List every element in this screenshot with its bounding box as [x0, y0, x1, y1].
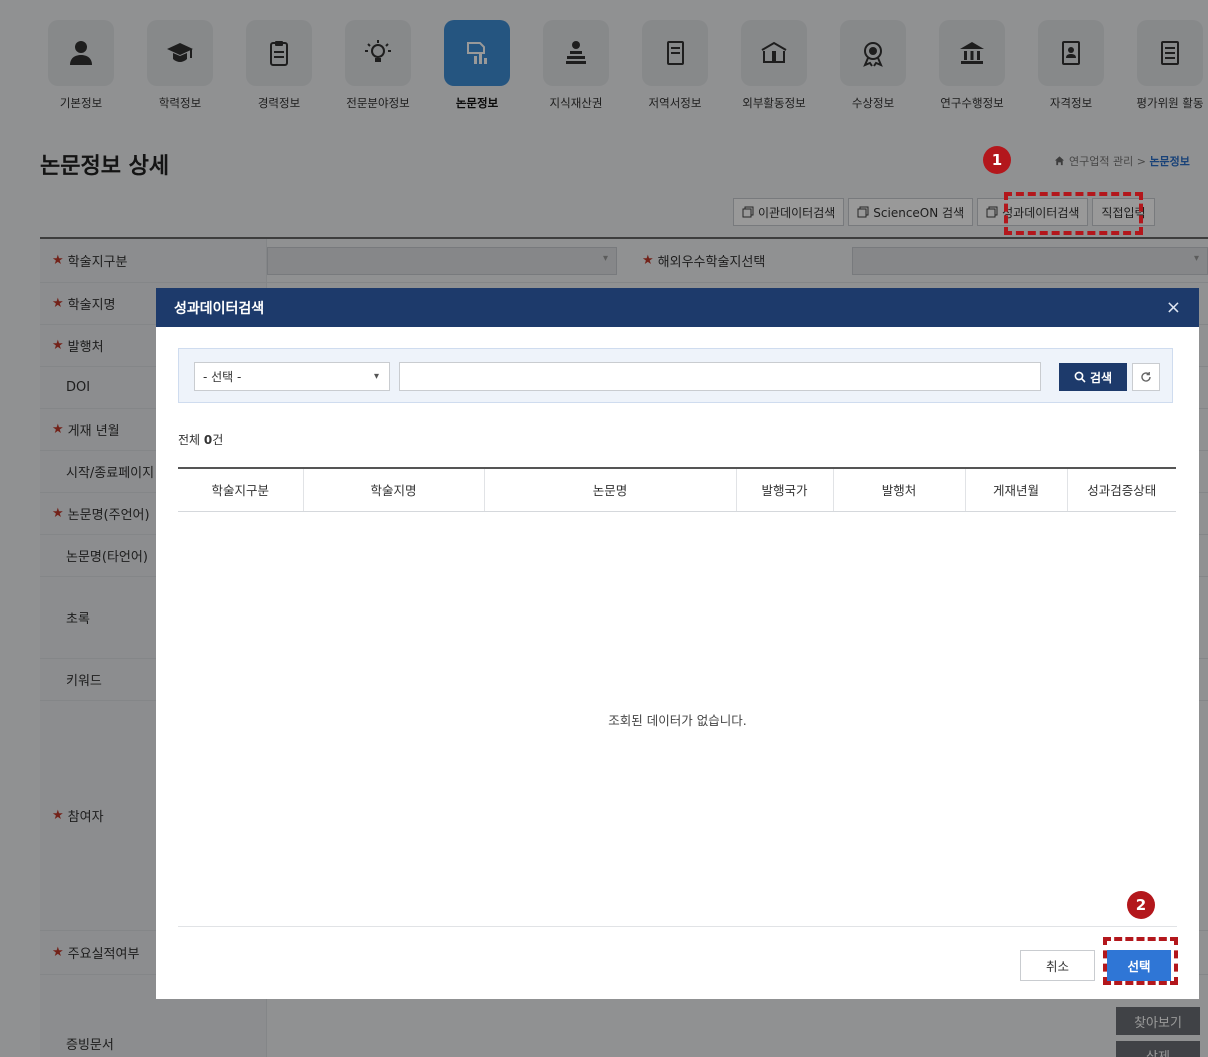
column-header-publish-date[interactable]: 게재년월 [964, 467, 1067, 512]
empty-message: 조회된 데이터가 없습니다. [608, 713, 747, 728]
footer-divider [178, 926, 1177, 927]
performance-data-search-modal: 성과데이터검색 × - 선택 - ▾ 검색 전체 0건 학술지구분 학술지명 논… [156, 288, 1199, 999]
step-badge-1: 1 [983, 146, 1011, 174]
total-count-number: 0 [203, 433, 213, 447]
search-panel: - 선택 - ▾ 검색 [178, 348, 1173, 403]
column-header-journal-name[interactable]: 학술지명 [302, 467, 484, 512]
highlight-box-select-button [1103, 937, 1178, 985]
total-count: 전체 0건 [178, 433, 224, 447]
search-input[interactable] [399, 362, 1041, 391]
column-header-verification-status[interactable]: 성과검증상태 [1066, 467, 1176, 512]
table-header-row: 학술지구분 학술지명 논문명 발행국가 발행처 게재년월 성과검증상태 [178, 467, 1176, 512]
search-icon [1074, 371, 1086, 383]
search-button[interactable]: 검색 [1059, 363, 1127, 391]
refresh-icon [1141, 372, 1151, 382]
chevron-down-icon: ▾ [373, 371, 379, 382]
column-header-paper-title[interactable]: 논문명 [483, 467, 736, 512]
modal-header: 성과데이터검색 × [156, 288, 1199, 327]
results-table: 학술지구분 학술지명 논문명 발행국가 발행처 게재년월 성과검증상태 [178, 467, 1176, 512]
reset-button[interactable] [1132, 363, 1160, 391]
column-header-journal-type[interactable]: 학술지구분 [178, 467, 303, 512]
step-badge-2: 2 [1127, 891, 1155, 919]
modal-title: 성과데이터검색 [174, 300, 265, 317]
search-button-label: 검색 [1089, 370, 1113, 385]
search-field-select[interactable]: - 선택 - ▾ [194, 362, 390, 391]
close-icon[interactable]: × [1166, 297, 1181, 318]
cancel-button[interactable]: 취소 [1020, 950, 1095, 981]
column-header-country[interactable]: 발행국가 [735, 467, 833, 512]
highlight-box-performance-search [1004, 192, 1143, 235]
column-header-publisher[interactable]: 발행처 [832, 467, 965, 512]
search-select-value: - 선택 - [203, 370, 242, 384]
